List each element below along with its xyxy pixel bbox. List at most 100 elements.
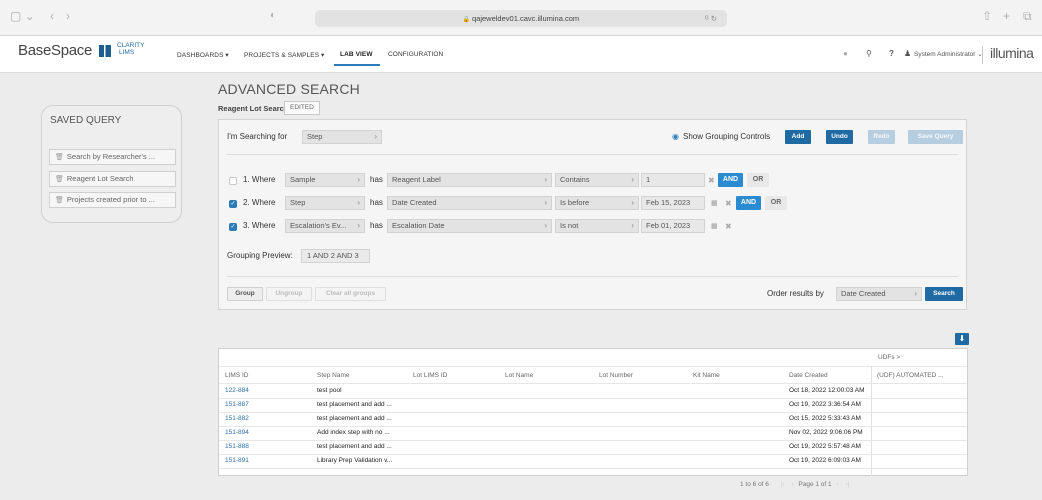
search-icon[interactable]: ⚲ (866, 49, 872, 58)
condition-checkbox[interactable]: ✓ (229, 223, 237, 231)
chevron-right-icon: › (631, 198, 634, 207)
input-value: Feb 15, 2023 (646, 198, 691, 207)
first-page-icon[interactable]: |‹ (781, 481, 785, 488)
row-divider (219, 426, 967, 427)
lock-icon: 🔒 (462, 17, 472, 23)
share-icon[interactable]: ⇧ (982, 9, 992, 23)
trash-icon[interactable]: 🗑 (55, 176, 64, 183)
lims-id-link[interactable]: 151-882 (225, 415, 249, 422)
nav-dashboards[interactable]: DASHBOARDS ▾ (177, 51, 229, 59)
search-button[interactable]: Search (925, 287, 963, 301)
row-divider (219, 454, 967, 455)
lims-id-link[interactable]: 151-894 (225, 429, 249, 436)
illumina-logo: illumina (990, 45, 1034, 61)
forward-icon[interactable]: › (66, 9, 70, 23)
help-icon[interactable]: ? (889, 49, 894, 58)
calendar-icon[interactable]: ▦ (711, 199, 718, 207)
reload-icon[interactable]: ᴳ ↻ (705, 10, 717, 27)
lims-id-link[interactable]: 122-884 (225, 387, 249, 394)
column-header[interactable]: Step Name (317, 372, 350, 379)
browser-toolbar: ▢ ⌄ ‹ › ◐ 🔒 qajeweldev01.cavc.illumina.c… (0, 0, 1042, 36)
divider (982, 46, 983, 64)
info-icon[interactable]: ● (843, 49, 848, 58)
operator-select[interactable]: Is not › (555, 219, 639, 233)
tabs-icon[interactable]: ⧉ (1023, 9, 1032, 24)
nav-lab-view[interactable]: LAB VIEW (340, 51, 373, 58)
table-cell: Nov 02, 2022 9:06:06 PM (789, 429, 863, 436)
remove-condition-icon[interactable]: ✖ (725, 199, 732, 208)
saved-query-item[interactable]: 🗑 Projects created prior to ... (49, 192, 176, 208)
table-cell: Add index step with no ... (317, 429, 390, 436)
condition-checkbox[interactable]: ✓ (229, 200, 237, 208)
last-page-icon[interactable]: ›| (845, 481, 849, 488)
lims-id-link[interactable]: 151-888 (225, 443, 249, 450)
field-select[interactable]: Date Created › (387, 196, 552, 210)
saved-query-item[interactable]: 🗑 Search by Researcher's ... (49, 149, 176, 165)
ungroup-button[interactable]: Ungroup (266, 287, 312, 301)
save-query-button[interactable]: Save Query (908, 130, 963, 144)
column-header[interactable]: Kit Name (693, 372, 720, 379)
date-input[interactable]: Feb 01, 2023 (641, 219, 705, 233)
and-toggle[interactable]: AND (718, 173, 743, 187)
udfs-toggle[interactable]: UDFs > (878, 354, 900, 361)
column-header[interactable]: Date Created (789, 372, 828, 379)
order-by-select[interactable]: Date Created › (836, 287, 922, 301)
select-value: Step (307, 132, 323, 141)
date-input[interactable]: Feb 15, 2023 (641, 196, 705, 210)
clarity-lims-logo: CLARITY LIMS (117, 42, 147, 56)
entity-select[interactable]: Sample › (285, 173, 365, 187)
column-header[interactable]: Lot LIMS ID (413, 372, 447, 379)
operator-select[interactable]: Is before › (555, 196, 639, 210)
or-toggle[interactable]: OR (765, 196, 787, 210)
chevron-right-icon: › (544, 221, 547, 230)
radio-on-icon[interactable]: ◉ (672, 132, 679, 141)
undo-button[interactable]: Undo (826, 130, 853, 144)
back-icon[interactable]: ‹ (50, 9, 54, 23)
calendar-icon[interactable]: ▦ (711, 222, 718, 230)
user-menu[interactable]: System Administrator ⌄ (914, 50, 983, 58)
next-page-icon[interactable]: › (836, 481, 838, 488)
select-value: Sample (290, 175, 316, 184)
query-name: Reagent Lot Search (218, 104, 289, 113)
sidebar-toggle-icon[interactable]: ▢ ⌄ (10, 9, 35, 23)
column-header[interactable]: LIMS ID (225, 372, 248, 379)
nav-configuration[interactable]: CONFIGURATION (388, 51, 443, 58)
saved-query-item[interactable]: 🗑 Reagent Lot Search (49, 171, 176, 187)
add-button[interactable]: Add (785, 130, 811, 144)
redo-button[interactable]: Redo (868, 130, 895, 144)
lims-id-link[interactable]: 151-887 (225, 401, 249, 408)
remove-condition-icon[interactable]: ✖ (725, 222, 732, 231)
select-value: Escalation Date (392, 221, 445, 230)
lims-id-link[interactable]: 151-891 (225, 457, 249, 464)
trash-icon[interactable]: 🗑 (55, 197, 64, 204)
column-header[interactable]: Lot Number (599, 372, 633, 379)
and-toggle[interactable]: AND (736, 196, 761, 210)
group-button[interactable]: Group (227, 287, 263, 301)
saved-query-label: Reagent Lot Search (66, 174, 134, 183)
entity-select[interactable]: Step › (285, 196, 365, 210)
field-select[interactable]: Escalation Date › (387, 219, 552, 233)
field-select[interactable]: Reagent Label › (387, 173, 552, 187)
table-cell: Oct 19, 2022 6:09:03 AM (789, 457, 861, 464)
or-toggle[interactable]: OR (747, 173, 769, 187)
entity-select[interactable]: Escalation's Ev... › (285, 219, 365, 233)
trash-icon[interactable]: 🗑 (55, 154, 64, 161)
select-value: Is before (560, 198, 590, 207)
column-header[interactable]: Lot Name (505, 372, 533, 379)
grouping-controls-label[interactable]: Show Grouping Controls (683, 132, 770, 141)
nav-projects-samples[interactable]: PROJECTS & SAMPLES ▾ (244, 51, 324, 59)
condition-checkbox[interactable] (229, 177, 237, 185)
value-input[interactable]: 1 (641, 173, 705, 187)
searching-for-select[interactable]: Step › (302, 130, 382, 144)
clear-groups-button[interactable]: Clear all groups (315, 287, 386, 301)
prev-page-icon[interactable]: ‹ (791, 481, 793, 488)
download-icon[interactable]: ⬇ (955, 333, 969, 345)
table-cell: Library Prep Validation v... (317, 457, 393, 464)
remove-condition-icon[interactable]: ✖ (708, 176, 715, 185)
column-header[interactable]: (UDF) AUTOMATED ... (877, 372, 944, 379)
new-tab-icon[interactable]: + (1003, 9, 1010, 23)
shield-icon[interactable]: ◐ (270, 10, 276, 21)
address-bar[interactable]: 🔒 qajeweldev01.cavc.illumina.com ᴳ ↻ (315, 10, 727, 27)
operator-select[interactable]: Contains › (555, 173, 639, 187)
row-divider (219, 398, 967, 399)
